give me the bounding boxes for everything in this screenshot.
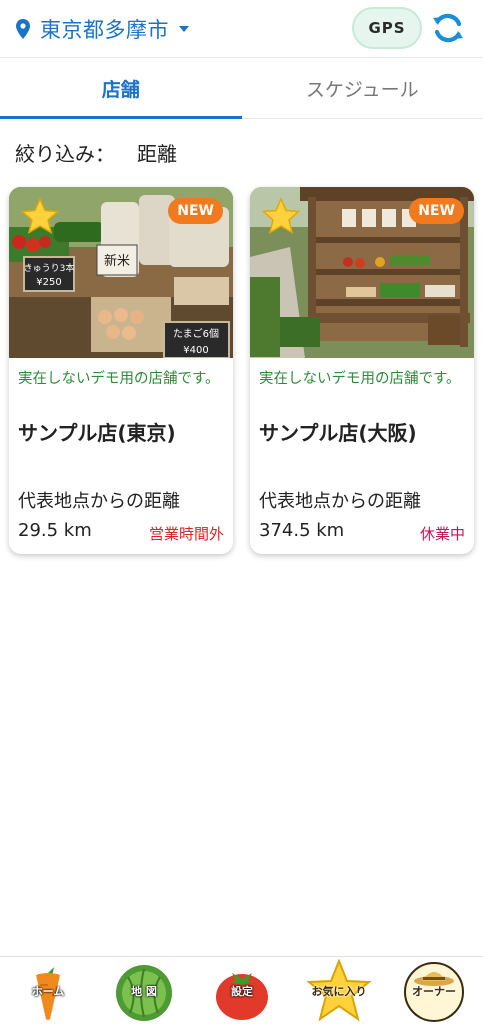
sign-rice: 新米 <box>104 253 130 269</box>
shop-photo: きゅうり3本 ¥250 新米 たまご6個 ¥400 NEW <box>9 187 233 358</box>
shop-card[interactable]: NEW 実在しないデモ用の店舗です。 サンプル店(大阪) 代表地点からの距離 3… <box>250 187 474 554</box>
shop-card[interactable]: きゅうり3本 ¥250 新米 たまご6個 ¥400 NEW 実在しないデモ用の店… <box>9 187 233 554</box>
nav-settings[interactable]: 設定 <box>206 959 278 1023</box>
tab-shops[interactable]: 店舗 <box>0 59 242 119</box>
status-badge: 休業中 <box>419 525 465 543</box>
favorite-star-icon[interactable] <box>262 197 300 235</box>
nav-owner-label: オーナー <box>412 985 456 998</box>
nav-home-label: ホーム <box>31 985 65 998</box>
filter-label: 絞り込み： <box>15 142 115 166</box>
sign-eggs: たまご6個 <box>173 327 219 340</box>
new-badge: NEW <box>409 198 464 224</box>
tab-schedule[interactable]: スケジュール <box>242 59 483 118</box>
nav-settings-label: 設定 <box>231 985 253 998</box>
shop-name: サンプル店(大阪) <box>259 421 417 445</box>
filter-value[interactable]: 距離 <box>137 138 177 167</box>
distance-label: 代表地点からの距離 <box>259 491 421 512</box>
gps-button[interactable]: GPS <box>352 7 422 49</box>
favorite-star-icon[interactable] <box>21 197 59 235</box>
status-badge: 営業時間外 <box>148 525 224 543</box>
nav-owner[interactable]: オーナー <box>398 959 470 1023</box>
nav-home[interactable]: ホーム <box>12 959 84 1023</box>
nav-map-label: 地 図 <box>131 985 157 998</box>
distance-value: 374.5 km <box>259 520 345 541</box>
bottom-nav: ホーム 地 図 設定 お気に入り オーナー <box>0 956 483 1024</box>
shop-photo: NEW <box>250 187 474 358</box>
distance-label: 代表地点からの距離 <box>18 491 180 512</box>
shop-name: サンプル店(東京) <box>18 421 176 445</box>
nav-favorites[interactable]: お気に入り <box>303 959 375 1023</box>
nav-map[interactable]: 地 図 <box>108 959 180 1023</box>
demo-note: 実在しないデモ用の店舗です。 <box>18 371 220 387</box>
nav-favorites-label: お気に入り <box>311 985 367 998</box>
refresh-icon[interactable] <box>430 10 466 46</box>
app-header: 東京都多摩市 GPS <box>0 0 483 58</box>
distance-value: 29.5 km <box>18 520 92 541</box>
location-pin-icon <box>16 18 30 39</box>
tab-bar: 店舗 スケジュール <box>0 59 483 119</box>
sign-cucumber: きゅうり3本 <box>24 262 75 274</box>
sign-eggs-price: ¥400 <box>183 345 208 356</box>
demo-note: 実在しないデモ用の店舗です。 <box>259 371 461 387</box>
location-selector[interactable]: 東京都多摩市 <box>40 14 169 44</box>
new-badge: NEW <box>168 198 223 224</box>
chevron-down-icon[interactable] <box>179 25 189 32</box>
sign-cucumber-price: ¥250 <box>36 277 61 288</box>
filter-row[interactable]: 絞り込み： 距離 <box>15 138 177 167</box>
